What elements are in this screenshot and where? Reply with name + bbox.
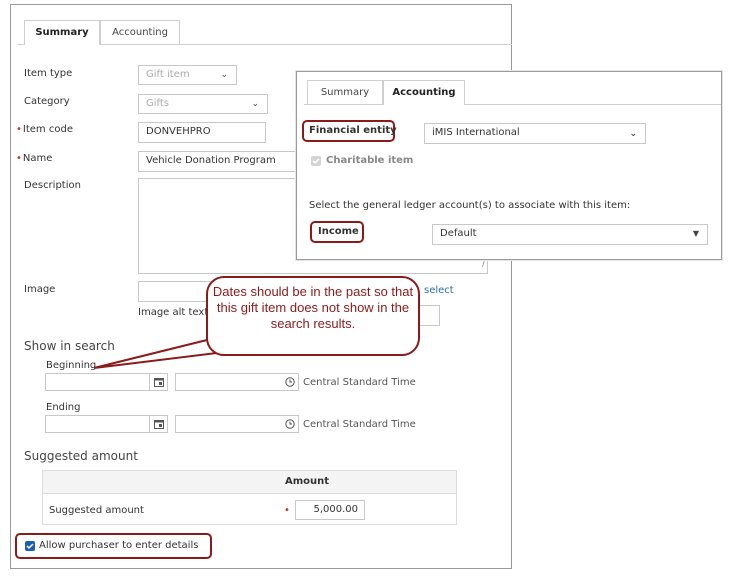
category-select[interactable]: Gifts ⌄ bbox=[138, 94, 268, 114]
ending-timezone: Central Standard Time bbox=[303, 419, 416, 430]
image-alt-text-label: Image alt text bbox=[138, 307, 209, 318]
required-marker: • bbox=[16, 124, 22, 135]
callout-bubble: Dates should be in the past so that this… bbox=[206, 276, 420, 356]
charitable-item-checkbox[interactable] bbox=[311, 156, 321, 166]
tab-summary[interactable]: Summary bbox=[24, 20, 100, 45]
clock-icon[interactable] bbox=[281, 373, 299, 391]
calendar-icon[interactable] bbox=[150, 415, 168, 433]
category-label: Category bbox=[24, 96, 70, 107]
name-label-text: Name bbox=[22, 153, 53, 164]
ending-label: Ending bbox=[46, 402, 81, 413]
suggested-amount-table: Amount Suggested amount • 5,000.00 bbox=[42, 470, 457, 525]
tab-accounting[interactable]: Accounting bbox=[383, 80, 465, 105]
charitable-item-label: Charitable item bbox=[326, 155, 414, 166]
item-type-select[interactable]: Gift item ⌄ bbox=[138, 65, 237, 85]
beginning-time-input[interactable] bbox=[175, 373, 282, 391]
suggested-amount-row-label: Suggested amount bbox=[49, 505, 144, 516]
beginning-label: Beginning bbox=[46, 360, 97, 371]
financial-entity-select[interactable]: iMIS International ⌄ bbox=[424, 123, 646, 144]
ending-time-input[interactable] bbox=[175, 415, 282, 433]
caret-down-icon: ▼ bbox=[692, 229, 699, 238]
clock-icon[interactable] bbox=[281, 415, 299, 433]
name-input[interactable]: Vehicle Donation Program bbox=[138, 151, 302, 172]
required-marker: • bbox=[284, 505, 290, 516]
name-label: •Name bbox=[16, 153, 52, 164]
income-value: Default bbox=[440, 228, 477, 239]
item-type-label: Item type bbox=[24, 68, 73, 79]
required-marker: • bbox=[16, 153, 22, 164]
tab-accounting[interactable]: Accounting bbox=[100, 20, 180, 44]
suggested-amount-input[interactable]: 5,000.00 bbox=[295, 500, 365, 520]
callout-text: Dates should be in the past so that this… bbox=[212, 284, 414, 331]
allow-purchaser-checkbox[interactable] bbox=[25, 541, 35, 551]
amount-column-header: Amount bbox=[285, 476, 330, 487]
chevron-down-icon: ⌄ bbox=[251, 99, 259, 109]
image-label: Image bbox=[24, 284, 56, 295]
category-value: Gifts bbox=[146, 98, 170, 109]
description-label: Description bbox=[24, 180, 81, 191]
calendar-icon[interactable] bbox=[150, 373, 168, 391]
income-select[interactable]: Default ▼ bbox=[432, 224, 708, 245]
chevron-down-icon: ⌄ bbox=[629, 129, 637, 139]
item-code-label: •Item code bbox=[16, 124, 73, 135]
income-label: Income bbox=[318, 226, 359, 237]
beginning-timezone: Central Standard Time bbox=[303, 377, 416, 388]
ending-date-input[interactable] bbox=[45, 415, 150, 433]
table-header-row bbox=[43, 471, 456, 494]
image-select-link[interactable]: select bbox=[424, 285, 454, 296]
gl-instruction-text: Select the general ledger account(s) to … bbox=[309, 200, 631, 211]
item-code-label-text: Item code bbox=[22, 124, 73, 135]
item-type-value: Gift item bbox=[146, 69, 190, 80]
item-code-input[interactable]: DONVEHPRO bbox=[138, 122, 266, 143]
beginning-date-input[interactable] bbox=[45, 373, 150, 391]
tab-summary[interactable]: Summary bbox=[307, 80, 383, 104]
financial-entity-label: Financial entity bbox=[309, 125, 397, 136]
suggested-amount-heading: Suggested amount bbox=[24, 449, 138, 463]
financial-entity-value: iMIS International bbox=[432, 127, 520, 138]
chevron-down-icon: ⌄ bbox=[220, 70, 228, 80]
allow-purchaser-label: Allow purchaser to enter details bbox=[39, 540, 199, 551]
